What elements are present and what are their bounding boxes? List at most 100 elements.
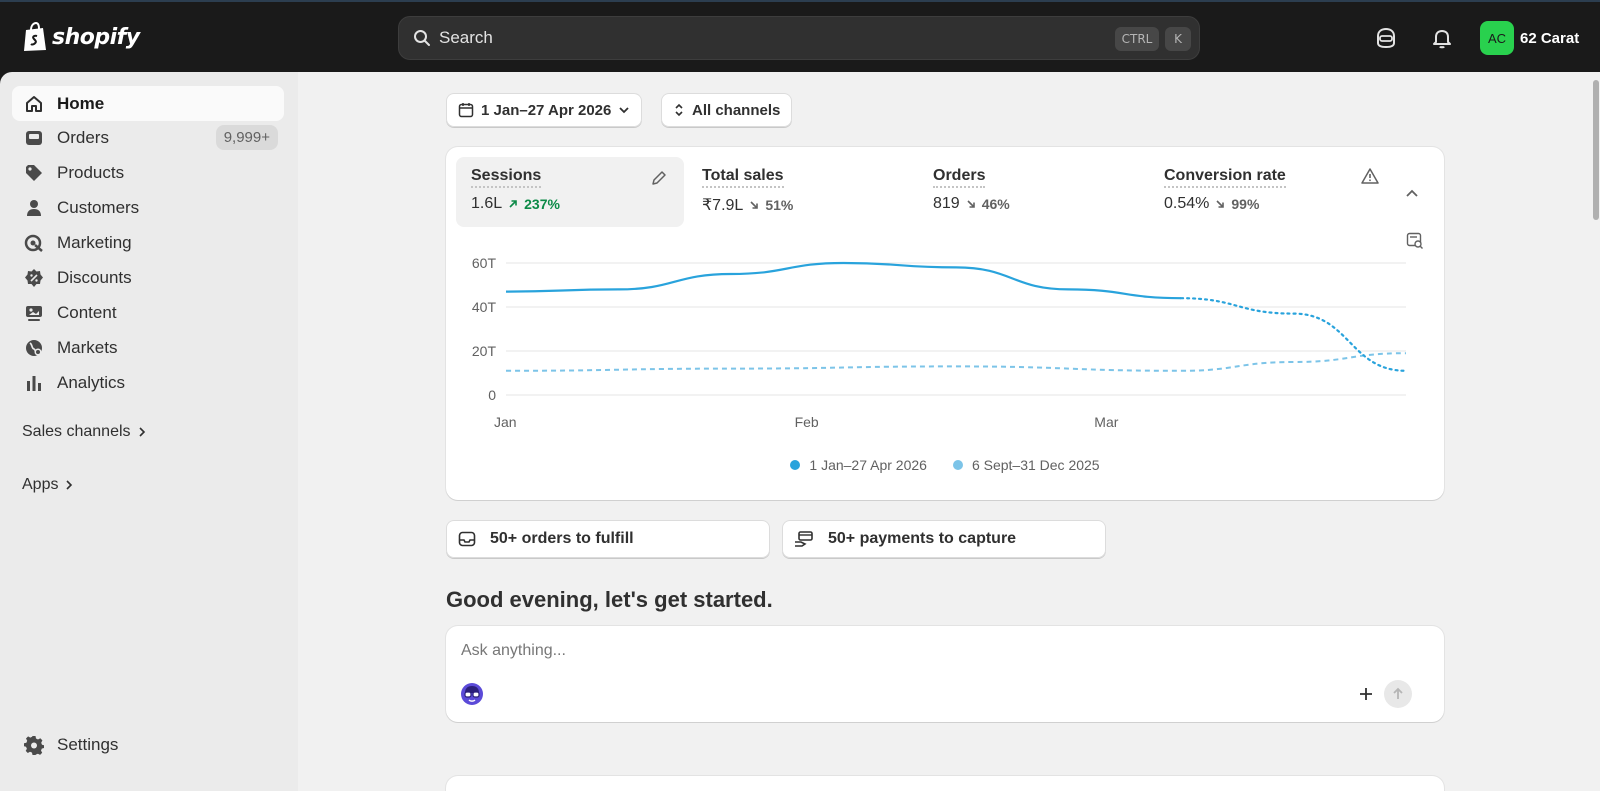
sidebar-item-label: Products [57, 162, 125, 182]
scrollbar[interactable] [1592, 72, 1600, 791]
sidebar-item-products[interactable]: Products [12, 155, 284, 190]
store-menu[interactable]: AC 62 Carat [1480, 21, 1579, 55]
chevron-right-icon [138, 427, 145, 437]
sidebar-item-label: Analytics [57, 372, 126, 392]
discount-icon [25, 269, 43, 287]
sidebar-item-discounts[interactable]: Discounts [12, 260, 284, 295]
arrow-down-right-icon [967, 200, 975, 208]
sidebar-item-content[interactable]: Content [12, 295, 284, 330]
metric-change: 51% [765, 197, 794, 213]
x-tick-label: Mar [1094, 414, 1118, 430]
x-tick-label: Jan [494, 414, 517, 430]
legend-item-comparison[interactable]: 6 Sept–31 Dec 2025 [952, 457, 1100, 473]
arrow-down-right-icon [1216, 200, 1225, 208]
metric-title: Orders [933, 167, 986, 188]
chart-legend: 1 Jan–27 Apr 2026 6 Sept–31 Dec 2025 [446, 457, 1444, 473]
pencil-icon[interactable] [650, 169, 668, 187]
sales-channels-label: Sales channels [22, 423, 131, 440]
metric-value: ₹7.9L [702, 197, 744, 214]
y-tick-label: 40T [472, 299, 497, 315]
gear-icon [24, 736, 44, 755]
metric-total-sales[interactable]: Total sales ₹7.9L 51% [687, 157, 915, 227]
metric-orders[interactable]: Orders 819 46% [918, 157, 1146, 227]
hand-card-icon [795, 531, 813, 547]
metric-title: Sessions [471, 167, 542, 188]
home-icon [26, 96, 42, 112]
next-card [446, 776, 1444, 791]
sidebar-item-markets[interactable]: Markets [12, 330, 284, 365]
payments-to-capture-button[interactable]: 50+ payments to capture [782, 520, 1106, 558]
chevron-right-icon [66, 480, 73, 490]
sidebar: Home Orders 9,999+ Products Customers Ma… [0, 72, 298, 791]
analytics-card: Sessions 1.6L 237% Total sales ₹7.9L 51%… [446, 147, 1444, 500]
sessions-line-chart: 60T 40T 20T 0 Jan Feb Mar [472, 255, 1408, 430]
bell-icon[interactable] [1430, 26, 1454, 50]
date-range-picker[interactable]: 1 Jan–27 Apr 2026 [446, 93, 643, 127]
sidebar-item-marketing[interactable]: Marketing [12, 225, 284, 260]
main-content: 1 Jan–27 Apr 2026 All channels Sessions … [298, 72, 1600, 791]
metric-value: 819 [933, 195, 960, 212]
orders-to-fulfill-button[interactable]: 50+ orders to fulfill [446, 520, 770, 558]
sidebar-item-settings[interactable]: Settings [12, 727, 284, 762]
date-range-label: 1 Jan–27 Apr 2026 [481, 101, 612, 119]
plus-icon[interactable] [1358, 686, 1374, 702]
globe-icon [26, 340, 42, 356]
sidekick-icon[interactable] [1374, 26, 1398, 50]
ask-input[interactable] [461, 642, 1341, 660]
greeting-heading: Good evening, let's get started. [446, 587, 773, 612]
metric-change: 99% [1231, 196, 1260, 212]
tag-icon [26, 165, 42, 181]
collapse-chevron-icon[interactable] [1404, 185, 1420, 201]
metric-change: 46% [981, 196, 1010, 212]
sidebar-item-analytics[interactable]: Analytics [12, 365, 284, 400]
logo-text: shopify [52, 24, 140, 50]
calendar-icon [458, 103, 474, 118]
metric-value: 0.54% [1164, 195, 1210, 212]
sidebar-item-label: Home [57, 93, 105, 113]
legend-dot [952, 460, 963, 470]
send-button[interactable] [1384, 680, 1412, 708]
series-line-current-projection [1179, 297, 1408, 372]
sidebar-item-customers[interactable]: Customers [12, 190, 284, 225]
top-bar: shopify Search CTRL K AC 62 Carat [0, 0, 1600, 72]
metric-title: Total sales [702, 167, 784, 188]
person-icon [27, 200, 41, 216]
inbox-icon [458, 531, 476, 547]
metric-title: Conversion rate [1164, 167, 1286, 188]
sidebar-item-label: Settings [57, 734, 119, 754]
sidebar-item-label: Marketing [57, 232, 132, 252]
search-placeholder: Search [439, 28, 493, 47]
legend-item-current[interactable]: 1 Jan–27 Apr 2026 [790, 457, 927, 473]
sidebar-item-orders[interactable]: Orders 9,999+ [12, 120, 284, 155]
channels-label: All channels [692, 101, 781, 119]
orders-icon [26, 131, 42, 145]
shortcut-ctrl-key: CTRL [1115, 27, 1159, 51]
sidebar-item-home[interactable]: Home [12, 86, 284, 121]
metric-conversion-rate[interactable]: Conversion rate 0.54% 99% [1149, 157, 1379, 227]
sidebar-item-label: Discounts [57, 267, 132, 287]
legend-dot [790, 460, 801, 470]
shopify-logo[interactable]: shopify [22, 22, 140, 52]
search-bar[interactable]: Search CTRL K [398, 16, 1200, 60]
sidekick-avatar-icon[interactable] [460, 682, 484, 706]
metric-sessions[interactable]: Sessions 1.6L 237% [456, 157, 684, 227]
y-tick-label: 0 [488, 387, 496, 403]
arrow-down-right-icon [750, 201, 759, 209]
series-line-current [505, 261, 1182, 300]
warning-icon[interactable] [1361, 167, 1379, 185]
metric-change: 237% [524, 196, 560, 212]
sidebar-item-label: Orders [57, 127, 109, 147]
target-icon [24, 234, 43, 252]
metric-value: 1.6L [471, 195, 503, 212]
sales-channels-link[interactable]: Sales channels [22, 423, 147, 441]
channels-selector[interactable]: All channels [661, 93, 793, 127]
search-icon [414, 30, 430, 46]
legend-label: 6 Sept–31 Dec 2025 [971, 457, 1100, 473]
chevron-down-icon [619, 107, 630, 114]
apps-link[interactable]: Apps [22, 476, 74, 494]
series-line-comparison [505, 352, 1407, 372]
content-icon [26, 306, 42, 321]
scroll-thumb[interactable] [1593, 80, 1599, 220]
avatar: AC [1480, 21, 1514, 55]
legend-label: 1 Jan–27 Apr 2026 [809, 457, 927, 473]
